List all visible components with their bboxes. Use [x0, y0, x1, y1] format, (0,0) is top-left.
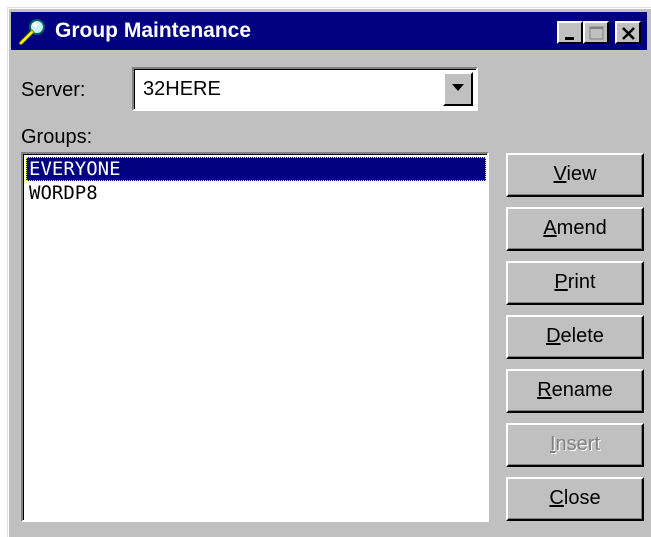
- delete-button[interactable]: Delete: [506, 315, 644, 359]
- close-label-rest: lose: [563, 487, 601, 509]
- view-button[interactable]: View: [506, 153, 644, 197]
- server-dropdown-button[interactable]: [443, 72, 473, 106]
- server-value: 32HERE: [143, 78, 221, 100]
- groups-label: Groups:: [21, 126, 93, 148]
- list-item[interactable]: WORDP8: [26, 181, 486, 205]
- window-title: Group Maintenance: [55, 19, 252, 42]
- server-label: Server:: [21, 79, 86, 101]
- list-item[interactable]: EVERYONE: [26, 157, 486, 181]
- minimize-button[interactable]: [557, 21, 583, 44]
- view-label-rest: iew: [566, 163, 597, 185]
- title-bar[interactable]: Group Maintenance: [11, 12, 647, 50]
- amend-label-rest: mend: [556, 217, 607, 239]
- rename-button[interactable]: Rename: [506, 369, 644, 413]
- insert-label-rest: nsert: [555, 433, 601, 455]
- maximize-icon: [589, 26, 604, 40]
- close-button[interactable]: Close: [506, 477, 644, 521]
- insert-button: Insert: [506, 423, 644, 467]
- server-dropdown[interactable]: 32HERE: [132, 67, 478, 111]
- rename-accelerator: R: [537, 379, 552, 401]
- print-accelerator: P: [554, 271, 568, 293]
- amend-accelerator: A: [543, 217, 557, 239]
- close-accelerator: C: [549, 487, 564, 509]
- group-maintenance-window: Group Maintenance Server: 32HERE Groups:: [7, 7, 651, 537]
- maximize-button[interactable]: [583, 21, 609, 44]
- close-window-button[interactable]: [615, 21, 641, 44]
- rename-label-rest: ename: [551, 379, 613, 401]
- amend-button[interactable]: Amend: [506, 207, 644, 251]
- minimize-icon: [565, 37, 574, 40]
- groups-listbox[interactable]: EVERYONE WORDP8: [21, 152, 489, 522]
- delete-accelerator: D: [546, 325, 561, 347]
- view-accelerator: V: [553, 163, 567, 185]
- print-button[interactable]: Print: [506, 261, 644, 305]
- chevron-down-icon: [452, 84, 464, 91]
- delete-label-rest: elete: [560, 325, 604, 347]
- close-x-icon: [622, 27, 635, 40]
- magnifier-key-icon: [17, 18, 47, 46]
- print-label-rest: rint: [567, 271, 596, 293]
